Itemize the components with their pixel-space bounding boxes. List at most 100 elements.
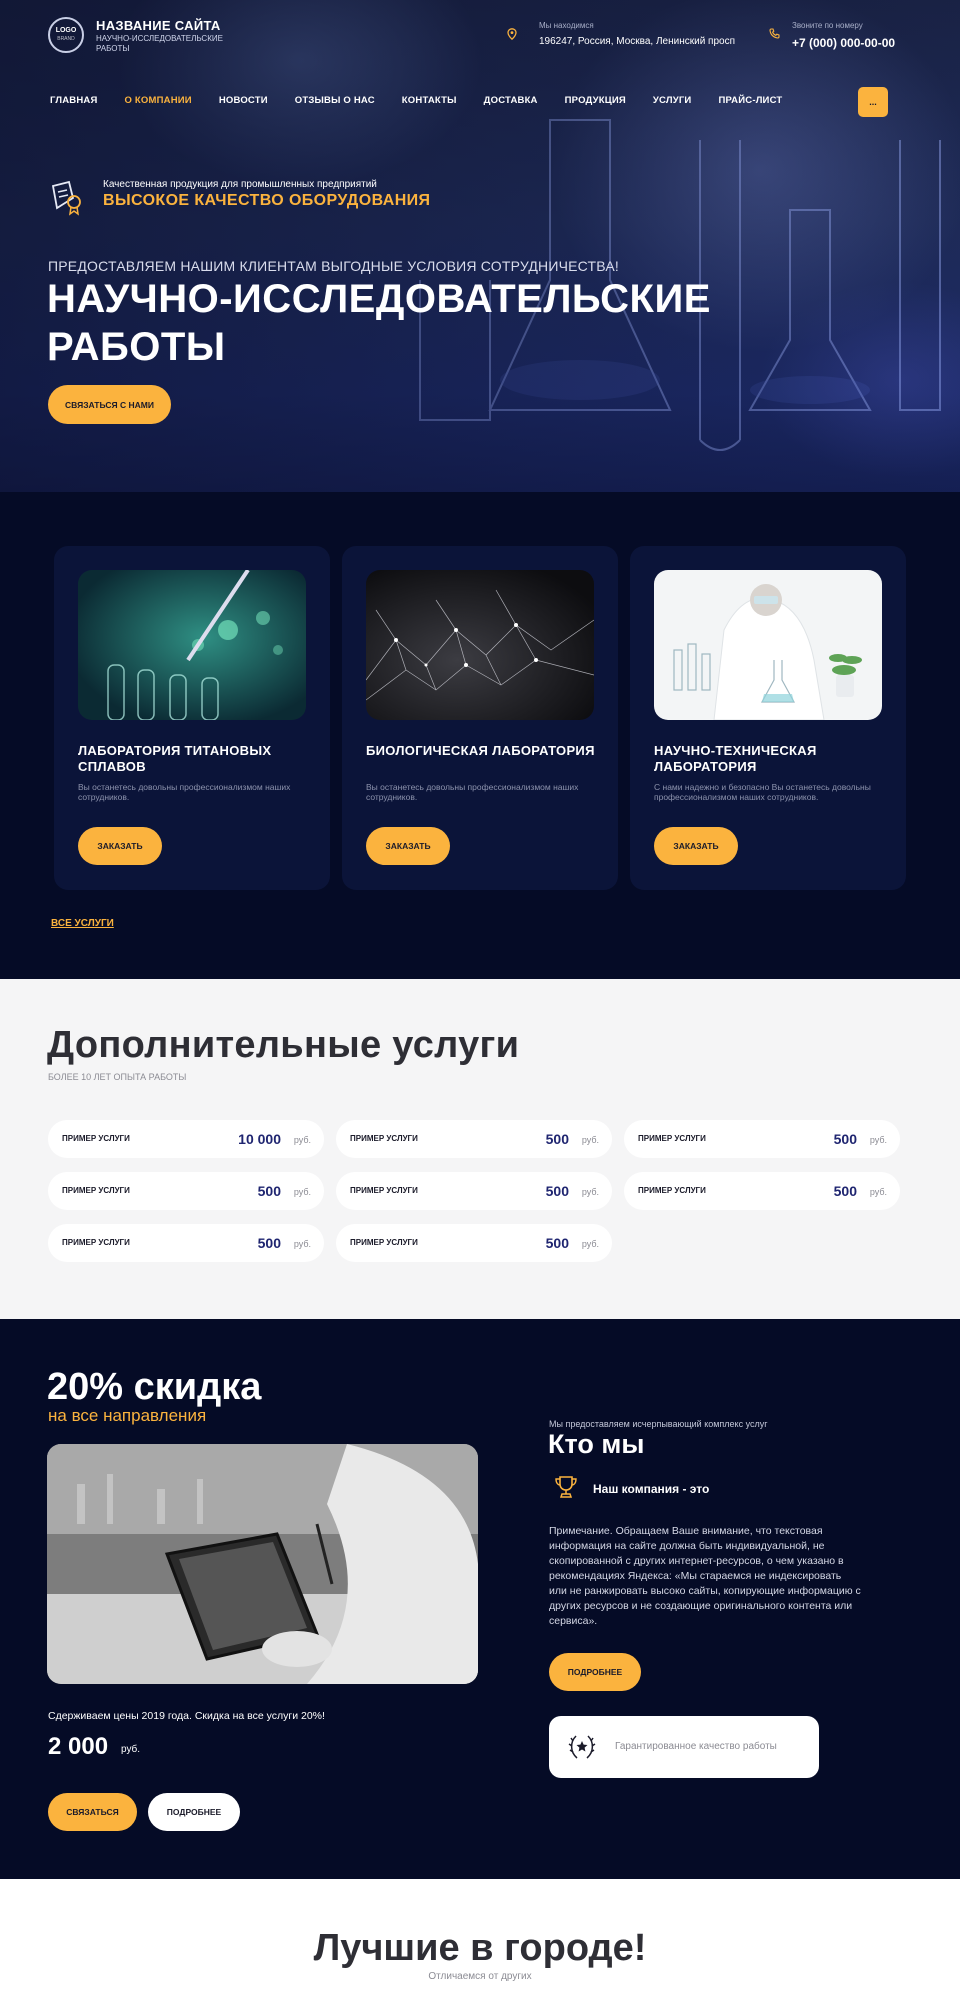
hero-badge-caption: Качественная продукция для промышленных … xyxy=(103,179,377,190)
service-name: ПРИМЕР УСЛУГИ xyxy=(638,1186,706,1195)
order-button[interactable]: ЗАКАЗАТЬ xyxy=(366,827,450,865)
service-price: 10 000 xyxy=(238,1131,281,1147)
service-currency: руб. xyxy=(581,1239,599,1249)
service-price-item[interactable]: ПРИМЕР УСЛУГИ 10 000 руб. xyxy=(48,1120,324,1158)
trophy-icon xyxy=(555,1476,577,1498)
address-block: Мы находимся 196247, Россия, Москва, Лен… xyxy=(539,21,735,47)
about-company-heading: Наш компания - это xyxy=(593,1482,710,1496)
contact-us-button[interactable]: СВЯЗАТЬСЯ С НАМИ xyxy=(48,385,171,424)
hero-badge-title: ВЫСОКОЕ КАЧЕСТВО ОБОРУДОВАНИЯ xyxy=(103,192,431,209)
phone-number[interactable]: +7 (000) 000-00-00 xyxy=(792,36,895,50)
best-subtitle: Отличаемся от других xyxy=(428,1971,532,1982)
lab-card-image xyxy=(78,570,306,720)
discount-subtitle: на все направления xyxy=(48,1406,207,1425)
more-button[interactable]: ПОДРОБНЕЕ xyxy=(148,1793,240,1831)
site-logo[interactable]: LOGO BRAND xyxy=(48,17,84,53)
nav-item[interactable]: О КОМПАНИИ xyxy=(125,95,192,106)
nav-item[interactable]: ОТЗЫВЫ О НАС xyxy=(295,95,375,106)
order-button[interactable]: ЗАКАЗАТЬ xyxy=(78,827,162,865)
service-price-item[interactable]: ПРИМЕР УСЛУГИ 500 руб. xyxy=(48,1224,324,1262)
nav-item[interactable]: ПРАЙС-ЛИСТ xyxy=(718,95,782,106)
service-price: 500 xyxy=(545,1131,569,1147)
about-text: Примечание. Обращаем Ваше внимание, что … xyxy=(549,1525,861,1627)
site-title[interactable]: НАЗВАНИЕ САЙТА xyxy=(96,18,221,33)
main-nav: ГЛАВНАЯ О КОМПАНИИ НОВОСТИ ОТЗЫВЫ О НАС КОНТ… xyxy=(50,95,809,106)
nav-item[interactable]: ДОСТАВКА xyxy=(484,95,538,106)
service-price: 500 xyxy=(257,1235,281,1251)
service-price-item[interactable]: ПРИМЕР УСЛУГИ 500 руб. xyxy=(336,1224,612,1262)
all-services-link[interactable]: ВСЕ УСЛУГИ xyxy=(51,918,114,929)
service-name: ПРИМЕР УСЛУГИ xyxy=(350,1134,418,1143)
laurel-icon xyxy=(568,1735,596,1759)
map-pin-icon xyxy=(507,28,517,40)
logo-text: LOGO xyxy=(55,27,77,34)
hero-section: LOGO BRAND НАЗВАНИЕ САЙТА НАУЧНО-ИССЛЕДО… xyxy=(0,0,960,492)
service-name: ПРИМЕР УСЛУГИ xyxy=(350,1186,418,1195)
service-currency: руб. xyxy=(581,1135,599,1145)
order-button[interactable]: ЗАКАЗАТЬ xyxy=(654,827,738,865)
menu-button[interactable]: ... xyxy=(858,87,888,117)
discount-title: 20% скидка xyxy=(47,1366,262,1408)
contact-button[interactable]: СВЯЗАТЬСЯ xyxy=(48,1793,137,1831)
about-more-button[interactable]: ПОДРОБНЕЕ xyxy=(549,1653,641,1691)
service-currency: руб. xyxy=(869,1135,887,1145)
discount-about-section: 20% скидка на все направления Сдерживаем… xyxy=(0,1319,960,1879)
discount-price: 2 000 xyxy=(48,1733,109,1760)
phone-icon xyxy=(769,28,780,39)
service-price-item[interactable]: ПРИМЕР УСЛУГИ 500 руб. xyxy=(624,1172,900,1210)
logo-sub: BRAND xyxy=(57,36,75,42)
section-title: Дополнительные услуги xyxy=(47,1024,520,1066)
best-title: Лучшие в городе! xyxy=(313,1927,647,1969)
nav-item[interactable]: УСЛУГИ xyxy=(653,95,692,106)
about-title: Кто мы xyxy=(548,1429,645,1459)
service-name: ПРИМЕР УСЛУГИ xyxy=(62,1186,130,1195)
additional-services-section: Дополнительные услуги БОЛЕЕ 10 ЛЕТ ОПЫТА… xyxy=(0,979,960,1319)
labs-section: ЛАБОРАТОРИЯ ТИТАНОВЫХ СПЛАВОВ Вы останет… xyxy=(0,492,960,979)
service-price-item[interactable]: ПРИМЕР УСЛУГИ 500 руб. xyxy=(48,1172,324,1210)
nav-item[interactable]: КОНТАКТЫ xyxy=(402,95,457,106)
nav-item[interactable]: НОВОСТИ xyxy=(219,95,268,106)
hero-kicker: ПРЕДОСТАВЛЯЕМ НАШИМ КЛИЕНТАМ ВЫГОДНЫЕ УС… xyxy=(48,258,619,274)
address-caption: Мы находимся xyxy=(539,21,594,30)
lab-card[interactable]: НАУЧНО-ТЕХНИЧЕСКАЯ ЛАБОРАТОРИЯ С нами на… xyxy=(630,546,906,890)
service-price-item[interactable]: ПРИМЕР УСЛУГИ 500 руб. xyxy=(336,1120,612,1158)
service-name: ПРИМЕР УСЛУГИ xyxy=(62,1134,130,1143)
best-in-city-section: Лучшие в городе! Отличаемся от других xyxy=(0,1879,960,2000)
lab-card-description: Вы останетесь довольны профессионализмом… xyxy=(366,782,579,802)
address-value: 196247, Россия, Москва, Ленинский просп xyxy=(539,36,736,47)
lab-card-description: С нами надежно и безопасно Вы останетесь… xyxy=(654,782,871,802)
lab-card-image xyxy=(366,570,594,720)
service-name: ПРИМЕР УСЛУГИ xyxy=(638,1134,706,1143)
service-name: ПРИМЕР УСЛУГИ xyxy=(62,1238,130,1247)
lab-card-image xyxy=(654,570,882,720)
site-subtitle: НАУЧНО-ИССЛЕДОВАТЕЛЬСКИЕ РАБОТЫ xyxy=(96,34,223,53)
service-price: 500 xyxy=(545,1235,569,1251)
nav-item[interactable]: ПРОДУКЦИЯ xyxy=(565,95,626,106)
service-currency: руб. xyxy=(293,1239,311,1249)
service-currency: руб. xyxy=(293,1187,311,1197)
lab-card[interactable]: БИОЛОГИЧЕСКАЯ ЛАБОРАТОРИЯ Вы останетесь … xyxy=(342,546,618,890)
service-name: ПРИМЕР УСЛУГИ xyxy=(350,1238,418,1247)
phone-block: Звоните по номеру +7 (000) 000-00-00 xyxy=(792,21,895,50)
nav-item[interactable]: ГЛАВНАЯ xyxy=(50,95,98,106)
discount-currency: руб. xyxy=(121,1744,141,1755)
quality-guarantee-card: Гарантированное качество работы xyxy=(549,1716,819,1778)
service-price: 500 xyxy=(257,1183,281,1199)
lab-card[interactable]: ЛАБОРАТОРИЯ ТИТАНОВЫХ СПЛАВОВ Вы останет… xyxy=(54,546,330,890)
service-price: 500 xyxy=(545,1183,569,1199)
lab-card-description: Вы останетесь довольны профессионализмом… xyxy=(78,782,291,802)
lab-card-title: БИОЛОГИЧЕСКАЯ ЛАБОРАТОРИЯ xyxy=(366,743,595,758)
service-price-item[interactable]: ПРИМЕР УСЛУГИ 500 руб. xyxy=(624,1120,900,1158)
hero-title: НАУЧНО-ИССЛЕДОВАТЕЛЬСКИЕ РАБОТЫ xyxy=(47,277,711,369)
lab-card-title: ЛАБОРАТОРИЯ ТИТАНОВЫХ СПЛАВОВ xyxy=(78,743,272,774)
discount-image xyxy=(47,1444,478,1684)
service-price-item[interactable]: ПРИМЕР УСЛУГИ 500 руб. xyxy=(336,1172,612,1210)
about-caption: Мы предоставляем исчерпывающий комплекс … xyxy=(549,1419,768,1429)
service-price: 500 xyxy=(833,1183,857,1199)
service-currency: руб. xyxy=(869,1187,887,1197)
guarantee-text: Гарантированное качество работы xyxy=(615,1741,777,1752)
service-price: 500 xyxy=(833,1131,857,1147)
service-currency: руб. xyxy=(581,1187,599,1197)
service-currency: руб. xyxy=(293,1135,311,1145)
lab-card-title: НАУЧНО-ТЕХНИЧЕСКАЯ ЛАБОРАТОРИЯ xyxy=(654,743,817,774)
